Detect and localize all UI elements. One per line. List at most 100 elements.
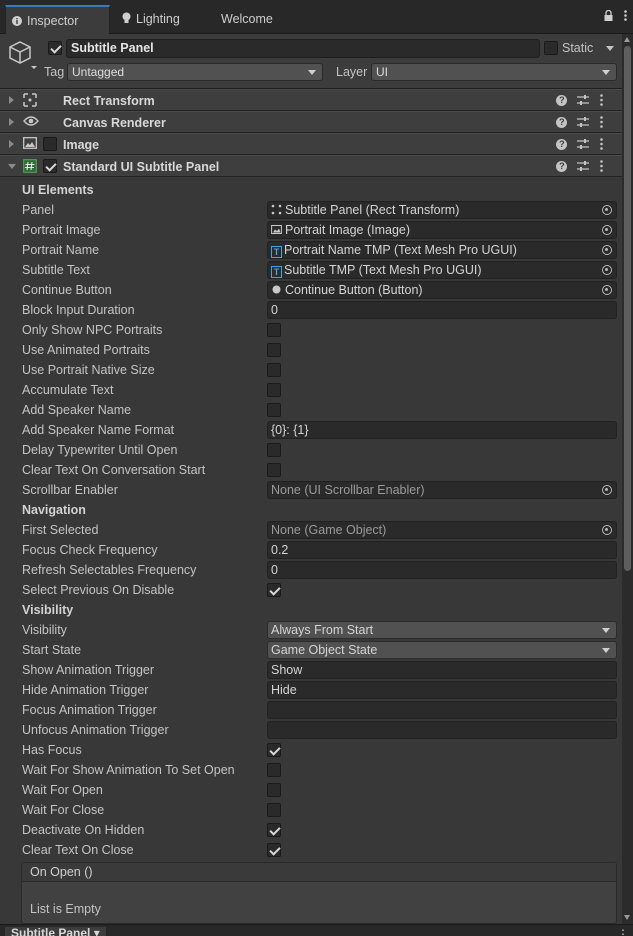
clear-text-on-conversation-start-checkbox[interactable] <box>267 463 281 477</box>
component-enabled-checkbox[interactable] <box>43 159 57 173</box>
continue-button-object-field[interactable]: Continue Button (Button) <box>267 281 617 299</box>
component-canvas-renderer[interactable]: Canvas Renderer ? <box>0 111 622 133</box>
gameobject-name-field[interactable]: Subtitle Panel <box>66 39 540 58</box>
scrollbar-thumb[interactable] <box>624 46 631 571</box>
static-checkbox[interactable] <box>544 41 558 55</box>
bottom-object-tab[interactable]: Subtitle Panel ▾ <box>5 927 106 936</box>
tab-welcome[interactable]: Welcome <box>213 5 288 34</box>
property-row-select-previous-on-disable: Select Previous On Disable <box>0 580 622 600</box>
object-picker-icon[interactable] <box>602 225 612 235</box>
use-animated-portraits-checkbox[interactable] <box>267 343 281 357</box>
object-picker-icon[interactable] <box>602 485 612 495</box>
use-portrait-native-size-checkbox[interactable] <box>267 363 281 377</box>
property-label: Block Input Duration <box>22 303 135 317</box>
scroll-down-arrow-icon[interactable] <box>624 915 630 920</box>
object-picker-icon[interactable] <box>602 205 612 215</box>
more-options-icon[interactable] <box>600 94 614 108</box>
scrollbar-enabler-object-field[interactable]: None (UI Scrollbar Enabler) <box>267 481 617 499</box>
object-picker-icon[interactable] <box>602 525 612 535</box>
wait-for-show-animation-to-set-open-checkbox[interactable] <box>267 763 281 777</box>
tab-lighting[interactable]: Lighting <box>116 5 206 34</box>
focus-animation-trigger-field[interactable] <box>267 701 617 719</box>
image-icon <box>271 223 285 237</box>
presets-icon[interactable] <box>576 138 591 152</box>
help-icon[interactable]: ? <box>556 139 568 151</box>
vertical-scrollbar[interactable] <box>622 34 633 924</box>
has-focus-checkbox[interactable] <box>267 743 281 757</box>
more-options-icon[interactable] <box>624 10 627 24</box>
component-rect-transform[interactable]: Rect Transform ? <box>0 89 622 111</box>
section-header: Navigation <box>22 503 86 517</box>
visibility-dropdown[interactable]: Always From Start <box>267 621 617 639</box>
presets-icon[interactable] <box>576 94 591 108</box>
portrait-image-object-field[interactable]: Portrait Image (Image) <box>267 221 617 239</box>
layer-dropdown[interactable]: UI <box>371 63 617 81</box>
panel-object-field[interactable]: Subtitle Panel (Rect Transform) <box>267 201 617 219</box>
only-show-npc-portraits-checkbox[interactable] <box>267 323 281 337</box>
select-previous-on-disable-checkbox[interactable] <box>267 583 281 597</box>
property-label: Panel <box>22 203 54 217</box>
tab-inspector[interactable]: Inspector <box>5 5 110 34</box>
object-picker-icon[interactable] <box>602 285 612 295</box>
wait-for-close-checkbox[interactable] <box>267 803 281 817</box>
presets-icon[interactable] <box>576 160 591 174</box>
help-icon[interactable]: ? <box>556 95 568 107</box>
hide-animation-trigger-field[interactable]: Hide <box>267 681 617 699</box>
property-label: Use Portrait Native Size <box>22 363 155 377</box>
static-label: Static <box>562 41 594 55</box>
foldout-arrow-icon[interactable] <box>9 118 14 126</box>
more-options-icon[interactable] <box>600 116 614 130</box>
property-label: Hide Animation Trigger <box>22 683 149 697</box>
wait-for-open-checkbox[interactable] <box>267 783 281 797</box>
property-row-wait-for-show-animation-to-set-open: Wait For Show Animation To Set Open <box>0 760 622 780</box>
property-row-continue-button: Continue Button Continue Button (Button) <box>0 280 622 300</box>
help-icon[interactable]: ? <box>556 117 568 129</box>
property-label: Portrait Name <box>22 243 100 257</box>
add-speaker-name-format-field[interactable]: {0}: {1} <box>267 421 617 439</box>
delay-typewriter-until-open-checkbox[interactable] <box>267 443 281 457</box>
presets-icon[interactable] <box>576 116 591 130</box>
subtitle-text-object-field[interactable]: T Subtitle TMP (Text Mesh Pro UGUI) <box>267 261 617 279</box>
focus-check-frequency-field[interactable]: 0.2 <box>267 541 617 559</box>
rect-transform-icon <box>271 203 285 217</box>
foldout-arrow-icon[interactable] <box>8 164 16 169</box>
tab-bar-controls <box>596 9 627 24</box>
more-options-icon[interactable] <box>600 138 614 152</box>
deactivate-on-hidden-checkbox[interactable] <box>267 823 281 837</box>
object-picker-icon[interactable] <box>602 265 612 275</box>
object-picker-icon[interactable] <box>602 245 612 255</box>
help-icon[interactable]: ? <box>556 161 568 173</box>
unfocus-animation-trigger-field[interactable] <box>267 721 617 739</box>
tag-dropdown[interactable]: Untagged <box>67 63 323 81</box>
add-speaker-name-checkbox[interactable] <box>267 403 281 417</box>
clear-text-on-close-checkbox[interactable] <box>267 843 281 857</box>
portrait-name-object-field[interactable]: T Portrait Name TMP (Text Mesh Pro UGUI) <box>267 241 617 259</box>
property-row-delay-typewriter-until-open: Delay Typewriter Until Open <box>0 440 622 460</box>
property-label: Unfocus Animation Trigger <box>22 723 169 737</box>
component-enabled-checkbox[interactable] <box>43 137 57 151</box>
property-row-wait-for-close: Wait For Close <box>0 800 622 820</box>
show-animation-trigger-field[interactable]: Show <box>267 661 617 679</box>
property-row-unfocus-animation-trigger: Unfocus Animation Trigger <box>0 720 622 740</box>
first-selected-object-field[interactable]: None (Game Object) <box>267 521 617 539</box>
scroll-up-arrow-icon[interactable] <box>624 37 630 42</box>
component-image[interactable]: Image ? <box>0 133 622 155</box>
foldout-arrow-icon[interactable] <box>9 140 14 148</box>
section-navigation: Navigation <box>0 500 622 520</box>
section-header: Visibility <box>22 603 74 617</box>
lock-icon[interactable] <box>604 9 613 24</box>
accumulate-text-checkbox[interactable] <box>267 383 281 397</box>
property-label: Scrollbar Enabler <box>22 483 118 497</box>
property-label: Clear Text On Close <box>22 843 134 857</box>
more-options-icon[interactable] <box>600 160 614 174</box>
static-dropdown-arrow-icon[interactable] <box>606 46 614 51</box>
foldout-arrow-icon[interactable] <box>9 96 14 104</box>
refresh-selectables-frequency-field[interactable]: 0 <box>267 561 617 579</box>
block-input-duration-field[interactable]: 0 <box>267 301 617 319</box>
start-state-dropdown[interactable]: Game Object State <box>267 641 617 659</box>
gameobject-cube-icon[interactable] <box>8 40 38 73</box>
component-standard-ui-subtitle-panel[interactable]: Standard UI Subtitle Panel ? <box>0 155 622 177</box>
component-title: Rect Transform <box>63 94 155 108</box>
gameobject-active-checkbox[interactable] <box>48 41 62 55</box>
more-options-icon[interactable]: ⋮ <box>617 927 629 936</box>
